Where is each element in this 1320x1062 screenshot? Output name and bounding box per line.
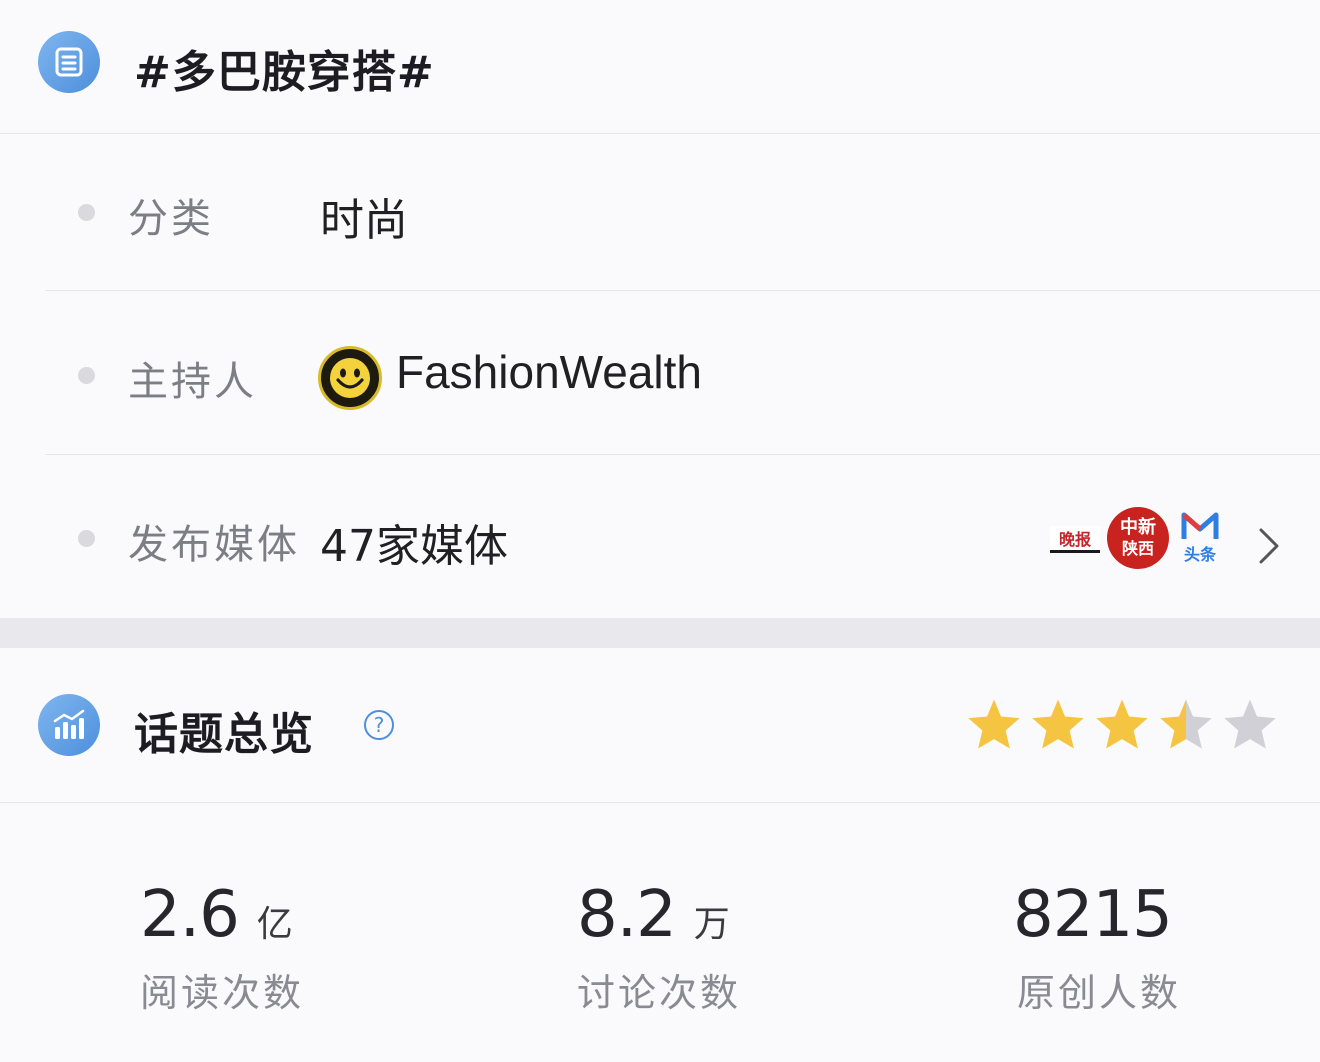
- discussion-count: 8.2 万: [577, 878, 730, 952]
- media-logo-2-text-bottom: 陕西: [1121, 539, 1154, 558]
- media-logo-2-text-top: 中新: [1120, 517, 1156, 538]
- media-count[interactable]: 47家媒体: [320, 510, 508, 574]
- category-value[interactable]: 时尚: [320, 184, 408, 248]
- bullet-dot: [78, 204, 95, 221]
- read-count: 2.6 亿: [140, 878, 293, 952]
- bullet-dot: [78, 367, 95, 384]
- media-logo-1[interactable]: 晚报: [1050, 526, 1100, 553]
- star-icon-full: [1096, 699, 1148, 749]
- read-count-label: 阅读次数: [140, 971, 305, 1015]
- star-icon-full: [968, 699, 1020, 749]
- discussion-count-value: 8.2: [577, 878, 677, 952]
- topic-title: #多巴胺穿搭#: [134, 47, 435, 98]
- star-icon-full: [1032, 699, 1084, 749]
- media-label: 发布媒体: [128, 522, 300, 568]
- host-label: 主持人: [128, 359, 257, 405]
- read-count-unit: 亿: [256, 904, 293, 945]
- help-icon[interactable]: ?: [364, 710, 394, 740]
- media-logo-3[interactable]: 头条: [1178, 509, 1222, 567]
- original-author-count-value: 8215: [1013, 878, 1173, 952]
- list-icon: [38, 31, 100, 93]
- media-logo-1-text: 晚报: [1058, 530, 1091, 549]
- discussion-count-label: 讨论次数: [577, 971, 742, 1015]
- divider: [45, 454, 1320, 455]
- m-logo-icon: [1181, 512, 1219, 539]
- category-label: 分类: [128, 196, 214, 242]
- read-count-value: 2.6: [140, 878, 240, 952]
- host-name[interactable]: FashionWealth: [396, 345, 702, 399]
- divider: [45, 290, 1320, 291]
- divider: [0, 802, 1320, 803]
- section-divider: [0, 618, 1320, 648]
- original-author-count-label: 原创人数: [1017, 971, 1182, 1015]
- media-logo-3-text: 头条: [1183, 545, 1216, 564]
- overview-title: 话题总览: [134, 709, 314, 760]
- discussion-count-unit: 万: [693, 904, 730, 945]
- smiley-avatar[interactable]: [318, 346, 382, 410]
- bar-chart-icon: [38, 694, 100, 756]
- divider: [0, 133, 1320, 134]
- media-logo-2[interactable]: 中新 陕西: [1107, 507, 1169, 569]
- star-icon-half: [1160, 699, 1212, 749]
- bullet-dot: [78, 530, 95, 547]
- original-author-count: 8215: [1013, 878, 1173, 952]
- star-icon-empty: [1224, 699, 1276, 749]
- chevron-right-icon[interactable]: [1258, 527, 1280, 565]
